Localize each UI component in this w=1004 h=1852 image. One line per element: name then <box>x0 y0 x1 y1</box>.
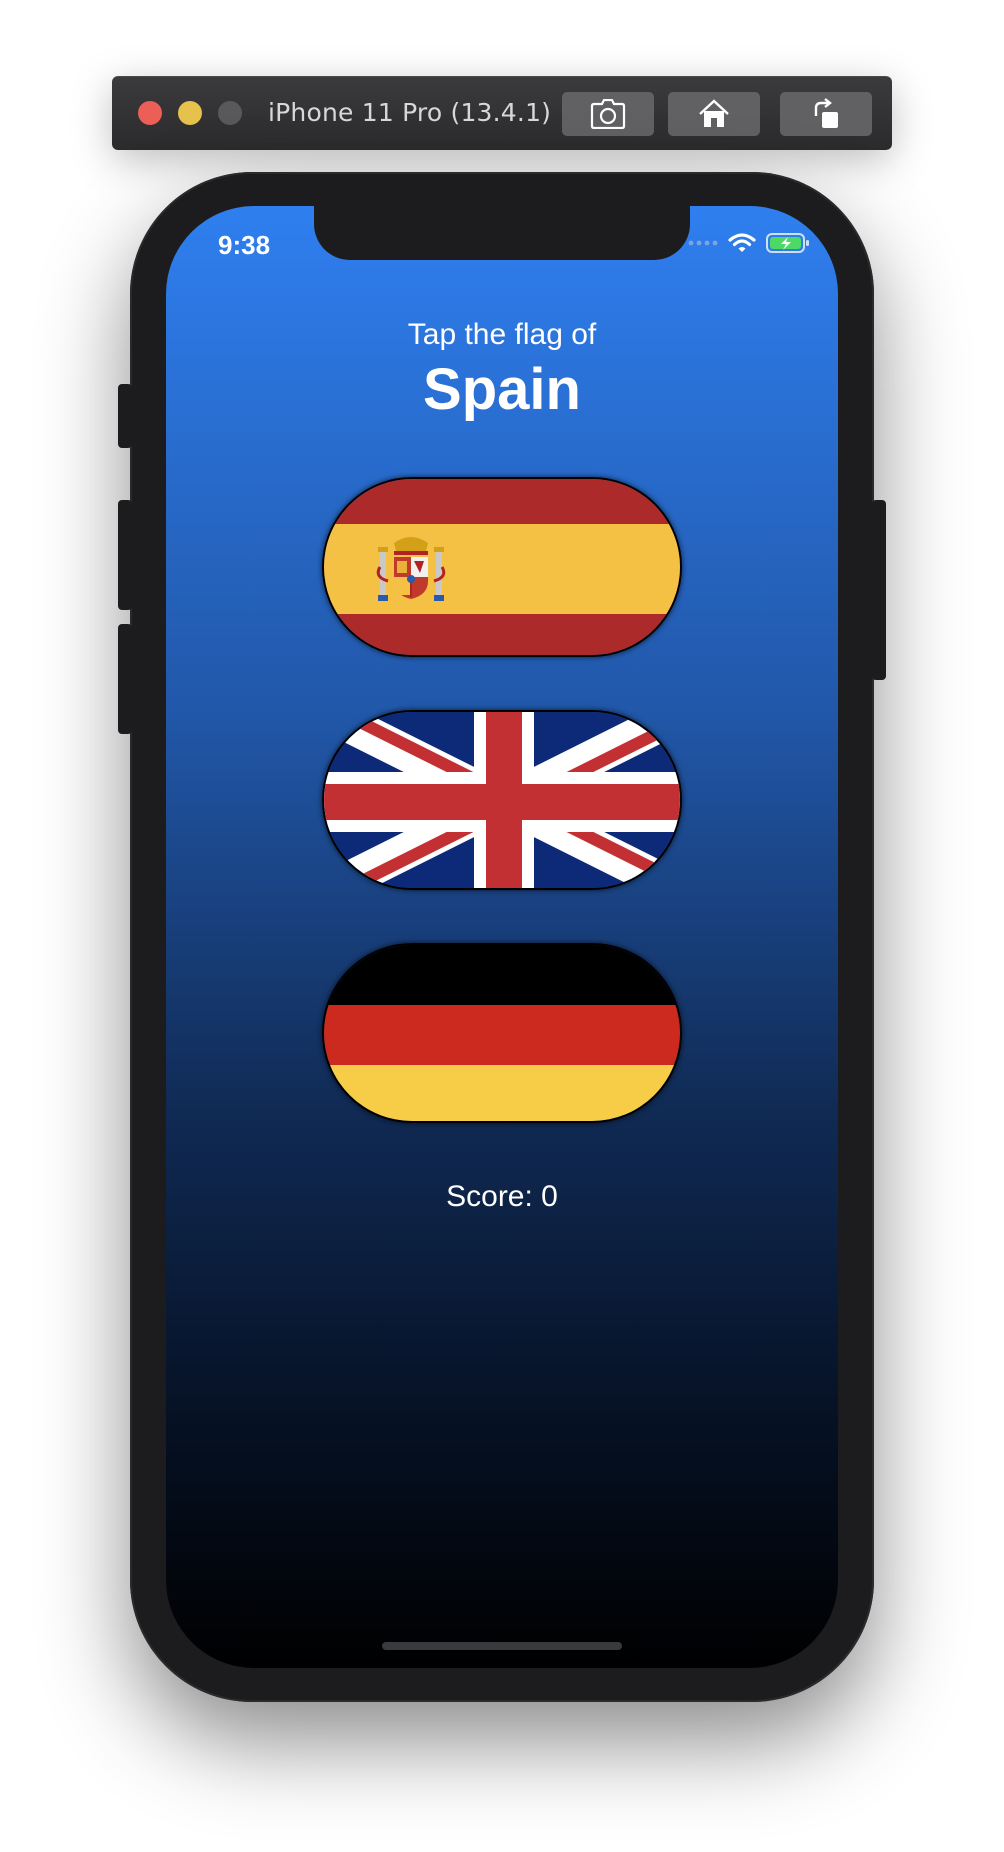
home-button[interactable] <box>668 92 760 136</box>
minimize-window-button[interactable] <box>178 101 202 125</box>
close-window-button[interactable] <box>138 101 162 125</box>
status-time: 9:38 <box>218 230 271 260</box>
camera-icon <box>590 99 626 129</box>
rotate-icon <box>814 98 838 128</box>
prompt-label: Tap the flag of <box>407 318 597 351</box>
screenshot-button[interactable] <box>562 92 654 136</box>
silent-switch[interactable] <box>118 384 132 448</box>
flag-button-spain[interactable] <box>322 477 682 657</box>
score-label: Score: 0 <box>446 1180 558 1213</box>
power-button[interactable] <box>872 500 886 680</box>
volume-up-button[interactable] <box>118 500 132 610</box>
signal-dots-icon <box>688 240 718 246</box>
uk-flag-icon <box>324 712 680 888</box>
wifi-icon <box>728 233 756 252</box>
status-icons <box>688 232 810 254</box>
battery-charging-icon <box>766 233 809 253</box>
home-icon <box>699 99 729 127</box>
simulator-title-bar: iPhone 11 Pro (13.4.1) <box>112 76 892 150</box>
app-screen: 9:38 Tap the flag of Spain Score: 0 <box>166 206 838 1668</box>
flag-button-uk[interactable] <box>322 710 682 890</box>
home-indicator[interactable] <box>382 1642 622 1650</box>
target-country-label: Spain <box>423 357 581 422</box>
rotate-button[interactable] <box>780 92 872 136</box>
spain-flag-icon <box>324 479 680 655</box>
germany-flag-icon <box>324 945 680 1121</box>
flag-button-germany[interactable] <box>322 943 682 1123</box>
notch <box>314 206 690 260</box>
volume-down-button[interactable] <box>118 624 132 734</box>
simulator-title: iPhone 11 Pro (13.4.1) <box>268 98 552 127</box>
maximize-window-button[interactable] <box>218 101 242 125</box>
